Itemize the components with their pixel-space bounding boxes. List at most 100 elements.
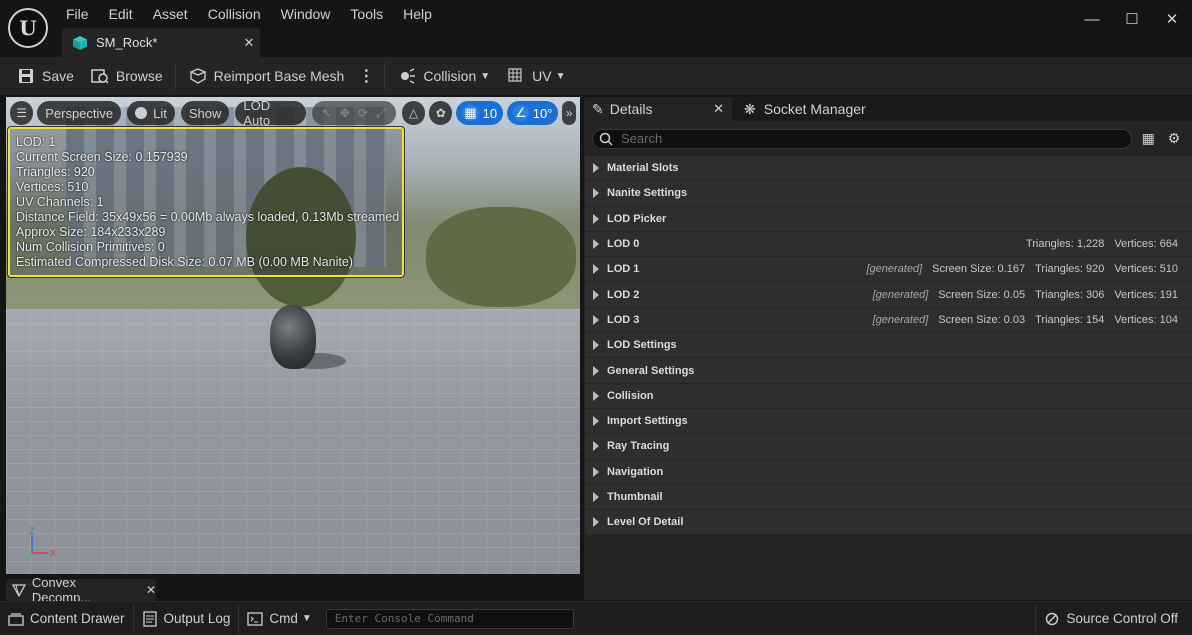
expand-arrow-icon[interactable] [593,492,599,502]
close-window-icon[interactable]: ✕ [1152,0,1192,38]
console-command-input[interactable]: Enter Console Command [325,608,574,629]
select-tool-icon[interactable]: ↖ [318,106,336,120]
cmd-dropdown[interactable]: Cmd ▼ [239,604,319,634]
source-control-button[interactable]: Source Control Off [1036,604,1192,634]
scale-tool-icon[interactable]: ⤢ [372,106,390,121]
details-category-row[interactable]: General Settings [585,358,1192,383]
table-view-icon[interactable]: ▦ [1138,129,1158,149]
maximize-icon[interactable]: ☐ [1112,0,1152,38]
details-category-row[interactable]: Level Of Detail [585,510,1192,535]
details-category-row[interactable]: Thumbnail [585,484,1192,510]
surface-snap-icon[interactable]: △ [401,101,426,125]
menu-file[interactable]: File [56,4,99,24]
close-tab-icon[interactable]: ✕ [713,101,724,117]
more-options-icon[interactable]: ⋮ [352,66,380,86]
convex-decomposition-tab[interactable]: Convex Decomp... ✕ [6,575,156,605]
expand-arrow-icon[interactable] [593,416,599,427]
expand-arrow-icon[interactable] [593,239,599,250]
rotate-tool-icon[interactable]: ⟳ [354,106,372,120]
unreal-logo-icon[interactable]: U [8,8,48,48]
search-icon [599,132,613,146]
details-category-row[interactable]: LOD Settings [585,333,1192,358]
mesh-viewport[interactable]: ☰ Perspective Lit Show LOD Auto ↖ ✥ ⟳ ⤢ … [6,97,580,574]
uv-dropdown[interactable]: UV ▼ [498,61,573,91]
details-category-row[interactable]: Navigation [585,459,1192,484]
stat-line: Estimated Compressed Disk Size: 0.07 MB … [16,255,353,269]
lit-label: Lit [153,105,167,121]
expand-arrow-icon[interactable] [593,441,599,452]
expand-arrow-icon[interactable] [593,517,599,528]
socket-icon: ❋ [744,100,756,117]
expand-toolbar-icon[interactable]: » [562,101,577,125]
expand-arrow-icon[interactable] [593,314,599,325]
status-right: Source Control Off [1035,603,1192,634]
close-tab-icon[interactable]: ✕ [146,583,156,597]
angle-snap-icon: ∠ [513,105,529,121]
expand-arrow-icon[interactable] [593,289,599,300]
lod-button[interactable]: LOD Auto [235,98,306,128]
category-name: Navigation [607,465,664,478]
expand-arrow-icon[interactable] [593,188,599,199]
expand-arrow-icon[interactable] [593,213,599,224]
window-controls: — ☐ ✕ [1072,0,1192,38]
document-tab[interactable]: SM_Rock* ✕ [62,28,260,57]
save-button[interactable]: Save [8,61,82,91]
rock-mesh[interactable] [270,305,316,369]
details-category-row[interactable]: Nanite Settings [585,181,1192,206]
move-tool-icon[interactable]: ✥ [336,106,354,120]
tab-socket-manager[interactable]: ❋ Socket Manager [732,97,874,121]
close-tab-icon[interactable]: ✕ [238,35,260,51]
expand-arrow-icon[interactable] [593,390,599,401]
menu-collision[interactable]: Collision [198,4,271,24]
collision-dropdown[interactable]: Collision ▼ [389,61,498,91]
camera-speed-icon[interactable]: ✿ [429,101,453,125]
expand-arrow-icon[interactable] [593,365,599,376]
grid-snap-toggle[interactable]: ▦ 10 [456,101,504,125]
details-category-row[interactable]: LOD 1 [generated] Screen Size: 0.167 Triang… [585,257,1192,282]
perspective-button[interactable]: Perspective [37,101,122,125]
expand-arrow-icon[interactable] [593,466,599,477]
grid-snap-icon: ▦ [462,105,479,121]
toolbar-divider [174,63,176,89]
browse-button[interactable]: Browse [82,61,171,91]
menu-tools[interactable]: Tools [340,4,393,24]
details-category-row[interactable]: LOD Picker [585,206,1192,231]
tab-socket-label: Socket Manager [763,101,866,117]
details-category-row[interactable]: LOD 2 [generated] Screen Size: 0.05 Triangl… [585,282,1192,307]
expand-arrow-icon[interactable] [593,340,599,351]
details-category-row[interactable]: Import Settings [585,408,1192,434]
convex-decomposition-icon [12,584,26,597]
content-drawer-button[interactable]: Content Drawer [0,604,133,634]
menu-edit[interactable]: Edit [99,4,143,24]
lit-icon [135,107,148,119]
details-category-row[interactable]: Material Slots [585,156,1192,181]
gear-icon[interactable]: ⚙ [1164,129,1184,149]
details-panel: ✎ Details ✕ ❋ Socket Manager Search ▦ ⚙ … [584,97,1192,600]
details-category-row[interactable]: Collision [585,383,1192,408]
expand-arrow-icon[interactable] [593,163,599,174]
category-stat: Vertices: 510 [1114,263,1178,276]
reimport-base-mesh-button[interactable]: Reimport Base Mesh [180,61,353,91]
category-name: Nanite Settings [607,187,688,200]
expand-arrow-icon[interactable] [593,264,599,275]
source-control-off-icon [1044,611,1060,627]
show-button[interactable]: Show [180,101,230,125]
category-meta: [generated] Screen Size: 0.05 Triangles: 3… [863,289,1192,301]
viewport-menu-icon[interactable]: ☰ [10,101,34,125]
menu-help[interactable]: Help [393,4,442,24]
document-tab-label: SM_Rock* [96,35,158,50]
output-log-button[interactable]: Output Log [134,604,239,634]
menu-asset[interactable]: Asset [143,4,198,24]
angle-snap-toggle[interactable]: ∠ 10° [507,101,559,125]
toolbar-divider [384,63,386,89]
lit-button[interactable]: Lit [127,101,175,125]
tab-details[interactable]: ✎ Details ✕ [584,97,732,121]
details-category-row[interactable]: LOD 3 [generated] Screen Size: 0.03 Triangl… [585,307,1192,333]
source-control-label: Source Control Off [1066,611,1178,626]
category-stat: Screen Size: 0.03 [938,313,1026,326]
details-category-row[interactable]: LOD 0 Triangles: 1,228 Vertices: 664 [585,231,1192,257]
details-category-row[interactable]: Ray Tracing [585,434,1192,459]
minimize-icon[interactable]: — [1072,0,1112,38]
details-search-input[interactable]: Search [592,128,1133,149]
menu-window[interactable]: Window [271,4,341,24]
